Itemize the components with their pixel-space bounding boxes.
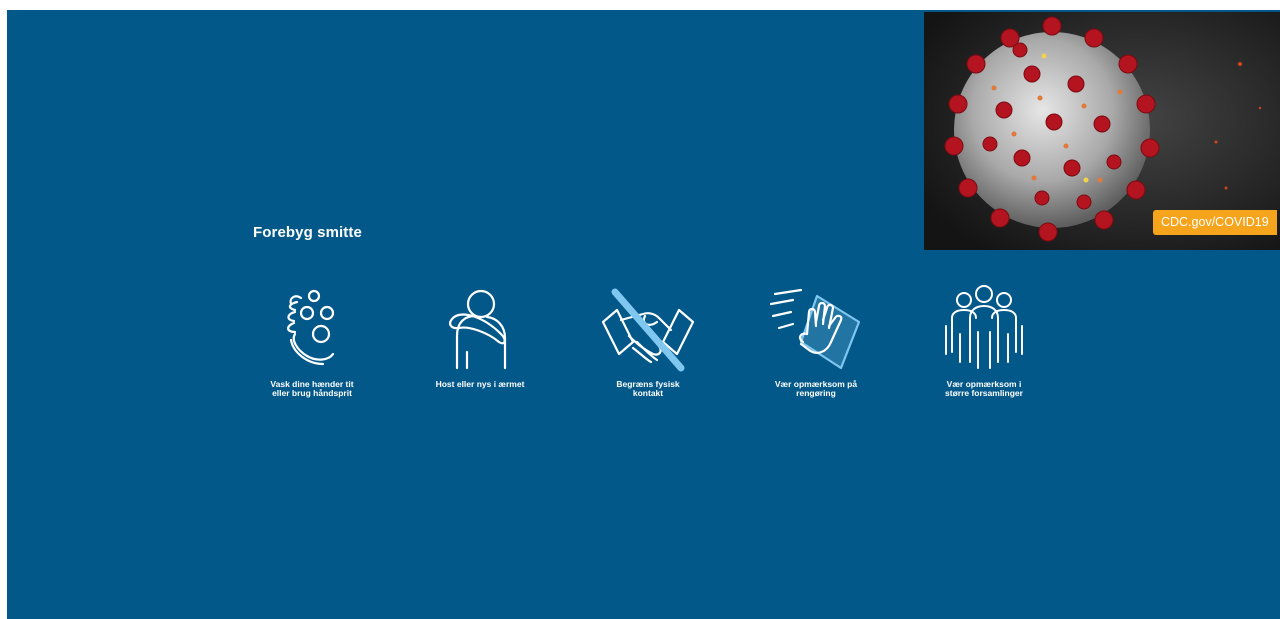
no-handshake-icon xyxy=(601,288,695,372)
cleaning-icon xyxy=(769,288,861,370)
photo-credit: CDC.gov/COVID19 xyxy=(1153,210,1277,235)
cough-sleeve-icon xyxy=(449,289,507,370)
prevention-icons-row: Vask dine hænder tit eller brug håndspri… xyxy=(247,282,1067,422)
presentation-slide: Forebyg smitte Vask dine hænder tit elle… xyxy=(7,10,1280,619)
hand-wash-icon xyxy=(287,289,335,366)
cleaning-label: Vær opmærksom på rengøring xyxy=(774,379,858,398)
prevention-item-no-handshake: Begræns fysisk kontakt xyxy=(583,282,713,398)
slide-title: Forebyg smitte xyxy=(253,224,362,241)
prevention-item-crowd: Vær opmærksom i større forsamlinger xyxy=(919,282,1049,398)
prevention-item-hand-wash: Vask dine hænder tit eller brug håndspri… xyxy=(247,282,377,398)
crowd-label: Vær opmærksom i større forsamlinger xyxy=(945,379,1023,398)
prevention-item-cough: Host eller nys i ærmet xyxy=(415,282,545,389)
crowd-icon xyxy=(945,285,1023,369)
cough-sleeve-label: Host eller nys i ærmet xyxy=(435,379,525,389)
coronavirus-photo: CDC.gov/COVID19 xyxy=(924,12,1280,250)
hand-wash-label: Vask dine hænder tit eller brug håndspri… xyxy=(270,379,354,398)
prevention-item-cleaning: Vær opmærksom på rengøring xyxy=(751,282,881,398)
no-handshake-label: Begræns fysisk kontakt xyxy=(616,379,680,398)
